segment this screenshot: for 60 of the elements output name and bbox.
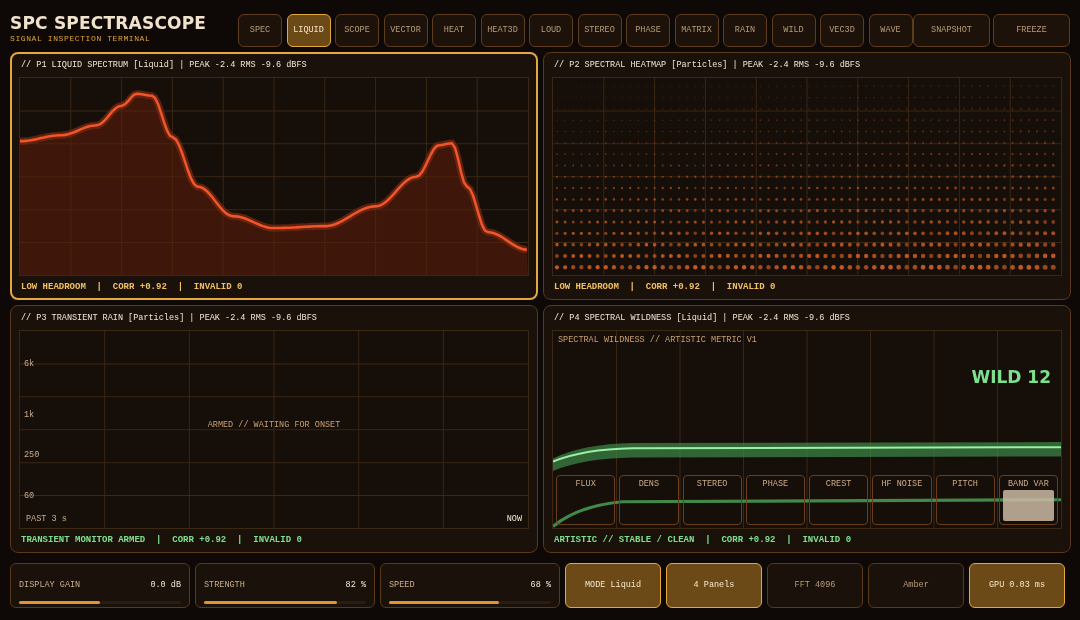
metric-tile[interactable]: DENS <box>619 475 679 525</box>
axis-label: 250 <box>24 450 40 460</box>
slider-fill[interactable] <box>204 601 337 604</box>
slider-label: STRENGTH <box>204 581 245 590</box>
view-tab[interactable]: HEAT <box>432 14 476 47</box>
slider-label: DISPLAY GAIN <box>19 581 81 590</box>
view-tab[interactable]: WILD <box>771 14 816 47</box>
panel-title: // P1 LIQUID SPECTRUM [Liquid] | PEAK -2.4 RMS -9.6 dBFS <box>21 61 308 70</box>
view-tab[interactable]: PHASE <box>626 14 670 47</box>
toggle-button[interactable]: Amber <box>868 563 964 608</box>
view-tab[interactable]: LOUD <box>529 14 573 47</box>
metric-tile[interactable]: FLUX <box>556 475 616 525</box>
status-line: ARTISTIC // STABLE / CLEAN | CORR +0.92 | INVALID 0 <box>554 536 853 545</box>
view-tab[interactable]: VECTOR <box>383 14 428 47</box>
view-tab[interactable]: SCOPE <box>335 14 379 47</box>
view-tab[interactable]: SPEC <box>238 14 282 47</box>
status-message: ARMED // WAITING FOR ONSET <box>206 421 342 430</box>
view-tab[interactable]: LIQUID <box>286 14 331 47</box>
app-subtitle: SIGNAL INSPECTION TERMINAL <box>10 35 152 43</box>
time-label: PAST 3 s <box>26 514 67 523</box>
metric-tile[interactable]: CREST <box>809 475 869 525</box>
metric-tile[interactable]: PHASE <box>745 475 805 525</box>
toggle-button[interactable]: GPU 0.03 ms <box>969 563 1065 608</box>
metric-subtitle: SPECTRAL WILDNESS // ARTISTIC METRIC V1 <box>558 335 758 344</box>
slider-card[interactable]: SPEED 68 % <box>380 563 560 608</box>
slider-fill[interactable] <box>389 601 500 604</box>
snapshot-button[interactable]: SNAPSHOT <box>913 14 990 47</box>
toggle-button[interactable]: MODE Liquid <box>565 563 661 608</box>
metric-tile[interactable]: HF NOISE <box>872 475 932 525</box>
freeze-button[interactable]: FREEZE <box>993 14 1070 47</box>
axis-label: 60 <box>24 492 35 501</box>
slider-fill[interactable] <box>19 601 100 604</box>
toggle-button[interactable]: FFT 4096 <box>767 563 863 608</box>
app-title: SPC SPECTRASCOPE <box>10 15 207 32</box>
view-tab[interactable]: MATRIX <box>674 14 719 47</box>
view-tab[interactable]: VEC3D <box>820 14 864 47</box>
view-tab[interactable]: RAIN <box>723 14 767 47</box>
metric-tile[interactable]: BAND VAR <box>998 475 1058 525</box>
slider-card[interactable]: DISPLAY GAIN 0.0 dB <box>10 563 190 608</box>
toggle-button[interactable]: 4 Panels <box>666 563 762 608</box>
wildness-score: WILD 12 <box>971 368 1051 386</box>
slider-value: 0.0 dB <box>150 581 181 590</box>
metric-tile[interactable]: STEREO <box>682 475 742 525</box>
slider-card[interactable]: STRENGTH 82 % <box>195 563 375 608</box>
view-tab[interactable]: HEAT3D <box>480 14 525 47</box>
status-line: LOW HEADROOM | CORR +0.92 | INVALID 0 <box>21 283 244 292</box>
axis-label: 1k <box>24 411 35 420</box>
slider-value: 68 % <box>530 581 551 590</box>
metric-tile[interactable]: PITCH <box>935 475 995 525</box>
status-line: TRANSIENT MONITOR ARMED | CORR +0.92 | INVALID 0 <box>21 536 303 545</box>
status-line: LOW HEADROOM | CORR +0.92 | INVALID 0 <box>554 283 777 292</box>
panel-title: // P3 TRANSIENT RAIN [Particles] | PEAK -2.4 RMS -9.6 dBFS <box>21 314 318 323</box>
time-label: NOW <box>506 514 522 523</box>
view-tab[interactable]: STEREO <box>577 14 622 47</box>
panel-title: // P4 SPECTRAL WILDNESS [Liquid] | PEAK -2.4 RMS -9.6 dBFS <box>554 314 851 323</box>
slider-label: SPEED <box>389 581 415 590</box>
slider-value: 82 % <box>345 581 366 590</box>
view-tab[interactable]: WAVE <box>868 14 913 47</box>
axis-label: 6k <box>24 360 35 369</box>
panel-title: // P2 SPECTRAL HEATMAP [Particles] | PEAK -2.4 RMS -9.6 dBFS <box>554 61 862 70</box>
